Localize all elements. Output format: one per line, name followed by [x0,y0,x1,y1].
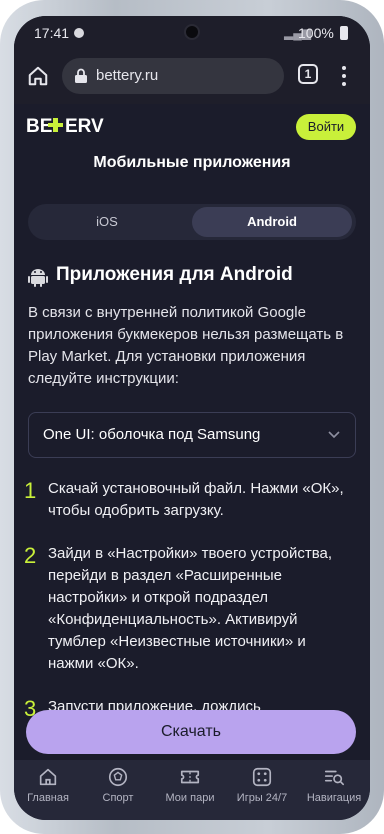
nav-item-home[interactable]: Главная [14,766,82,804]
shell-select-value: One UI: оболочка под Samsung [43,426,261,443]
step-number: 2 [24,543,37,568]
step-number: 1 [24,478,37,503]
battery-icon [340,26,348,40]
nav-label: Игры 24/7 [236,792,288,804]
tab-ios[interactable]: iOS [32,207,182,237]
nav-item-my-bets[interactable]: Мои пари [156,766,224,804]
home-button[interactable] [24,62,52,90]
dice-icon [252,767,272,787]
home-icon [39,768,57,786]
nav-item-sport[interactable]: Спорт [84,766,152,804]
screen: 17:41 ▂▄▆ 100% bettery.ru 1 BE ERV Войти… [14,16,370,820]
battery-percent: 100% [298,25,334,41]
nav-item-games[interactable]: Игры 24/7 [228,766,296,804]
site-header: BE ERV Войти [14,104,370,148]
bottom-navigation: Главная Спорт Мои пари Игры 24/7 Навигац… [14,760,370,820]
status-time: 17:41 [34,25,70,41]
section-title: Приложения для Android [56,264,293,285]
download-button[interactable]: Скачать [26,710,356,754]
chevron-down-icon [328,431,340,439]
intro-text: В связи с внутренней политикой Google пр… [28,304,344,387]
nav-item-navigation[interactable]: Навигация [300,766,368,804]
brand-logo[interactable]: BE ERV [26,114,108,136]
notification-icon [74,28,84,38]
phone-frame: 17:41 ▂▄▆ 100% bettery.ru 1 BE ERV Войти… [0,0,384,834]
tabs-button[interactable]: 1 [298,64,318,84]
page-title: Мобильные приложения [93,154,291,171]
nav-label: Главная [27,792,69,804]
login-button[interactable]: Войти [296,114,356,140]
platform-switcher: iOS Android [28,204,356,240]
tab-android[interactable]: Android [192,207,352,237]
menu-search-icon [324,770,344,786]
ball-icon [108,767,128,787]
url-text: bettery.ru [96,67,159,84]
step-text: Скачай установочный файл. Нажми «ОК», чт… [48,480,344,519]
ticket-icon [180,770,200,784]
browser-menu-button[interactable] [336,64,352,88]
nav-label: Спорт [102,792,134,804]
nav-label: Мои пари [165,792,215,804]
step-text: Зайди в «Настройки» твоего устройства, п… [48,545,333,672]
nav-label: Навигация [306,792,362,804]
browser-toolbar: bettery.ru 1 [14,50,370,104]
shell-select[interactable]: One UI: оболочка под Samsung [28,412,356,458]
lock-icon [75,68,87,83]
android-icon [28,269,48,287]
home-icon [28,66,48,86]
camera-cutout [186,26,198,38]
status-bar: 17:41 ▂▄▆ 100% [14,16,370,50]
svg-text:ERV: ERV [65,116,104,136]
address-bar[interactable]: bettery.ru [62,58,284,94]
